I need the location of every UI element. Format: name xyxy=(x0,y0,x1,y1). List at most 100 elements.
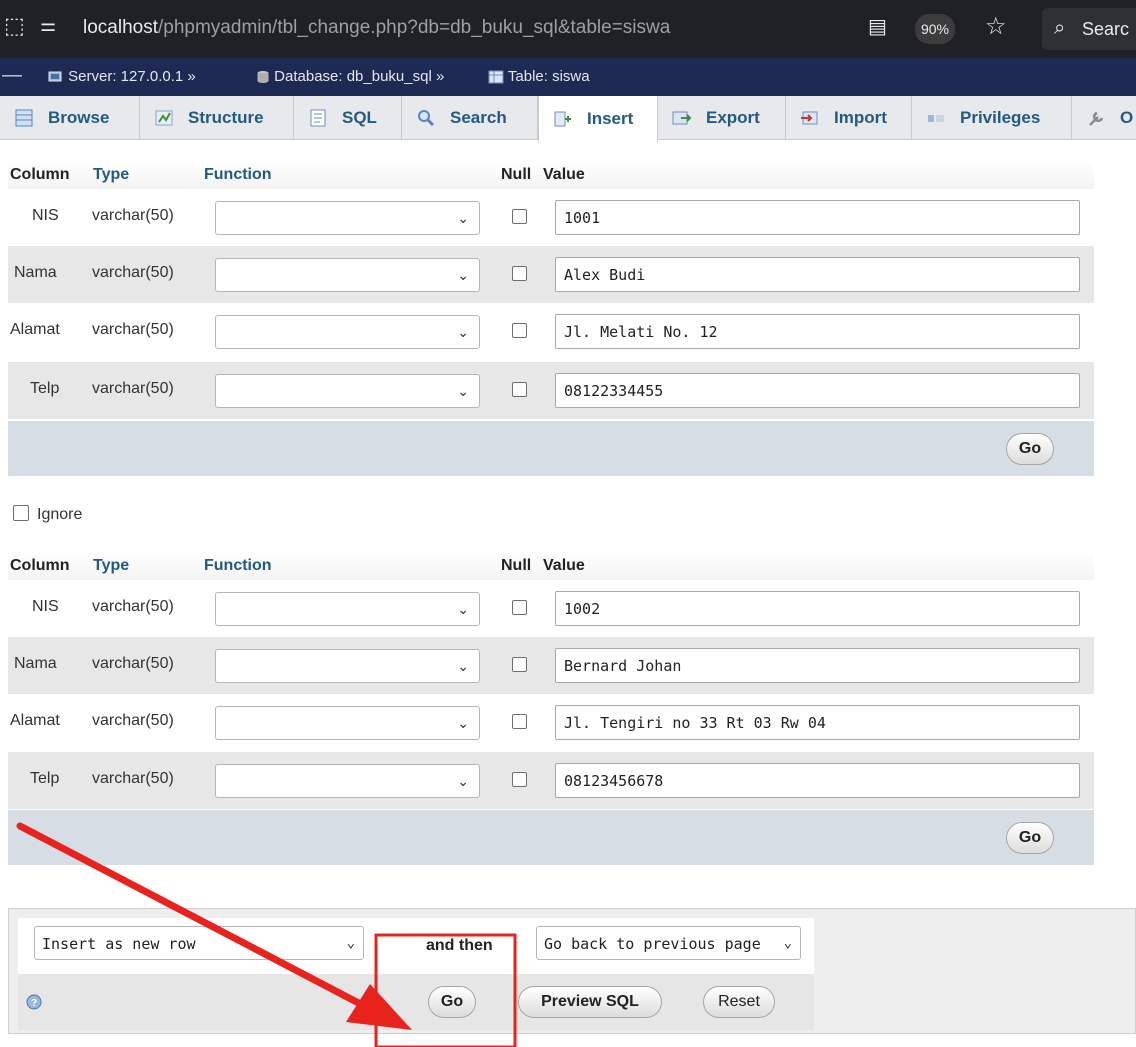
svg-text:?: ? xyxy=(31,998,37,1009)
function-select[interactable]: ⌄ xyxy=(215,258,480,292)
browser-address-bar: ⬚ ⚌ localhost/phpmyadmin/tbl_change.php?… xyxy=(0,0,1136,58)
chevron-down-icon: ⌄ xyxy=(457,267,469,283)
header-type[interactable]: Type xyxy=(93,557,129,575)
null-checkbox[interactable] xyxy=(512,323,527,338)
ignore-label: Ignore xyxy=(37,506,83,523)
database-icon xyxy=(257,71,269,84)
url-field[interactable]: localhost/phpmyadmin/tbl_change.php?db=d… xyxy=(83,17,670,39)
tab-bar: Browse Structure SQL Search Insert Expor… xyxy=(0,96,1136,142)
header-type[interactable]: Type xyxy=(93,166,129,184)
header-function[interactable]: Function xyxy=(204,557,272,575)
null-checkbox[interactable] xyxy=(512,714,527,729)
null-checkbox[interactable] xyxy=(512,266,527,281)
function-select[interactable]: ⌄ xyxy=(215,649,480,683)
ignore-checkbox[interactable] xyxy=(13,505,29,521)
tab-browse[interactable]: Browse xyxy=(0,96,140,140)
value-input[interactable]: 1001 xyxy=(555,200,1080,235)
help-icon[interactable]: ? xyxy=(26,994,42,1010)
tab-search[interactable]: Search xyxy=(402,96,538,140)
insert-icon xyxy=(554,111,571,127)
magnifier-icon: ⌕ xyxy=(1054,17,1066,39)
reader-mode-icon[interactable]: ▤ xyxy=(868,14,887,39)
chevron-down-icon: ⌄ xyxy=(457,210,469,226)
column-type: varchar(50) xyxy=(92,380,174,397)
form1-go-button[interactable]: Go xyxy=(1006,433,1054,465)
null-checkbox[interactable] xyxy=(512,600,527,615)
page-icon: ⬚ xyxy=(4,13,25,38)
column-name: Telp xyxy=(30,380,60,397)
value-input[interactable]: Alex Budi xyxy=(555,257,1080,292)
browser-search-box[interactable]: ⌕ Searc xyxy=(1042,8,1136,50)
column-type: varchar(50) xyxy=(92,321,174,338)
function-select[interactable]: ⌄ xyxy=(215,592,480,626)
reset-button[interactable]: Reset xyxy=(703,986,775,1018)
tab-operations[interactable]: O xyxy=(1072,96,1136,140)
null-checkbox[interactable] xyxy=(512,657,527,672)
function-select[interactable]: ⌄ xyxy=(215,764,480,798)
null-checkbox[interactable] xyxy=(512,382,527,397)
function-select[interactable]: ⌄ xyxy=(215,374,480,408)
zoom-level[interactable]: 90% xyxy=(915,14,955,44)
value-input[interactable]: Bernard Johan xyxy=(555,648,1080,683)
function-select[interactable]: ⌄ xyxy=(215,315,480,349)
form2-header-row: Column Type Function Null Value xyxy=(8,551,1094,583)
value-input[interactable]: Jl. Tengiri no 33 Rt 03 Rw 04 xyxy=(555,705,1080,740)
value-input[interactable]: 1002 xyxy=(555,591,1080,626)
form1-row-telp: Telp varchar(50) ⌄ 08122334455 xyxy=(8,362,1094,419)
search-icon xyxy=(418,110,435,127)
submit-button-row xyxy=(18,974,814,1030)
form2-row-alamat: Alamat varchar(50) ⌄ Jl. Tengiri no 33 R… xyxy=(8,694,1094,751)
column-name: Telp xyxy=(30,770,60,787)
collapse-icon[interactable]: — xyxy=(2,64,22,87)
tab-structure[interactable]: Structure xyxy=(140,96,294,140)
value-input[interactable]: 08123456678 xyxy=(555,763,1080,798)
tab-insert[interactable]: Insert xyxy=(538,96,658,142)
sql-icon xyxy=(310,109,326,127)
null-checkbox[interactable] xyxy=(512,209,527,224)
tab-sql[interactable]: SQL xyxy=(294,96,402,140)
column-type: varchar(50) xyxy=(92,712,174,729)
form2-action-bar: Go xyxy=(8,810,1094,865)
breadcrumb-server[interactable]: Server: 127.0.0.1 » xyxy=(48,68,196,85)
column-type: varchar(50) xyxy=(92,598,174,615)
form2-row-nis: NIS varchar(50) ⌄ 1002 xyxy=(8,580,1094,637)
header-function[interactable]: Function xyxy=(204,166,272,184)
export-icon xyxy=(672,111,692,125)
site-settings-icon[interactable]: ⚌ xyxy=(40,15,56,36)
chevron-down-icon: ⌄ xyxy=(457,383,469,399)
chevron-down-icon: ⌄ xyxy=(457,773,469,789)
server-icon xyxy=(48,71,62,82)
function-select[interactable]: ⌄ xyxy=(215,706,480,740)
value-input[interactable]: 08122334455 xyxy=(555,373,1080,408)
column-name: NIS xyxy=(32,207,59,224)
form2-row-telp: Telp varchar(50) ⌄ 08123456678 xyxy=(8,752,1094,809)
tab-import[interactable]: Import xyxy=(786,96,912,140)
chevron-down-icon: ⌄ xyxy=(457,715,469,731)
column-name: Nama xyxy=(14,264,57,281)
column-name: NIS xyxy=(32,598,59,615)
preview-sql-button[interactable]: Preview SQL xyxy=(518,986,662,1018)
insert-mode-select[interactable]: Insert as new row ⌄ xyxy=(34,926,364,960)
null-checkbox[interactable] xyxy=(512,772,527,787)
insert-mode-value: Insert as new row xyxy=(42,935,196,953)
header-null: Null xyxy=(501,557,532,574)
tab-privileges[interactable]: Privileges xyxy=(912,96,1072,140)
chevron-down-icon: ⌄ xyxy=(457,324,469,340)
form2-go-button[interactable]: Go xyxy=(1006,822,1054,854)
after-insert-select[interactable]: Go back to previous page ⌄ xyxy=(536,926,801,960)
function-select[interactable]: ⌄ xyxy=(215,201,480,235)
breadcrumb-table[interactable]: Table: siswa xyxy=(488,68,590,85)
bookmark-star-icon[interactable]: ☆ xyxy=(985,12,1007,41)
form1-action-bar: Go xyxy=(8,421,1094,476)
tab-export[interactable]: Export xyxy=(658,96,786,140)
submit-go-button[interactable]: Go xyxy=(428,986,476,1018)
chevron-down-icon: ⌄ xyxy=(783,935,792,951)
form1-row-nama: Nama varchar(50) ⌄ Alex Budi xyxy=(8,246,1094,303)
breadcrumb-database[interactable]: Database: db_buku_sql » xyxy=(256,68,444,85)
chevron-down-icon: ⌄ xyxy=(457,658,469,674)
ignore-option[interactable]: Ignore xyxy=(13,505,82,524)
after-insert-value: Go back to previous page xyxy=(544,935,761,953)
value-input[interactable]: Jl. Melati No. 12 xyxy=(555,314,1080,349)
column-type: varchar(50) xyxy=(92,655,174,672)
form2-row-nama: Nama varchar(50) ⌄ Bernard Johan xyxy=(8,637,1094,694)
